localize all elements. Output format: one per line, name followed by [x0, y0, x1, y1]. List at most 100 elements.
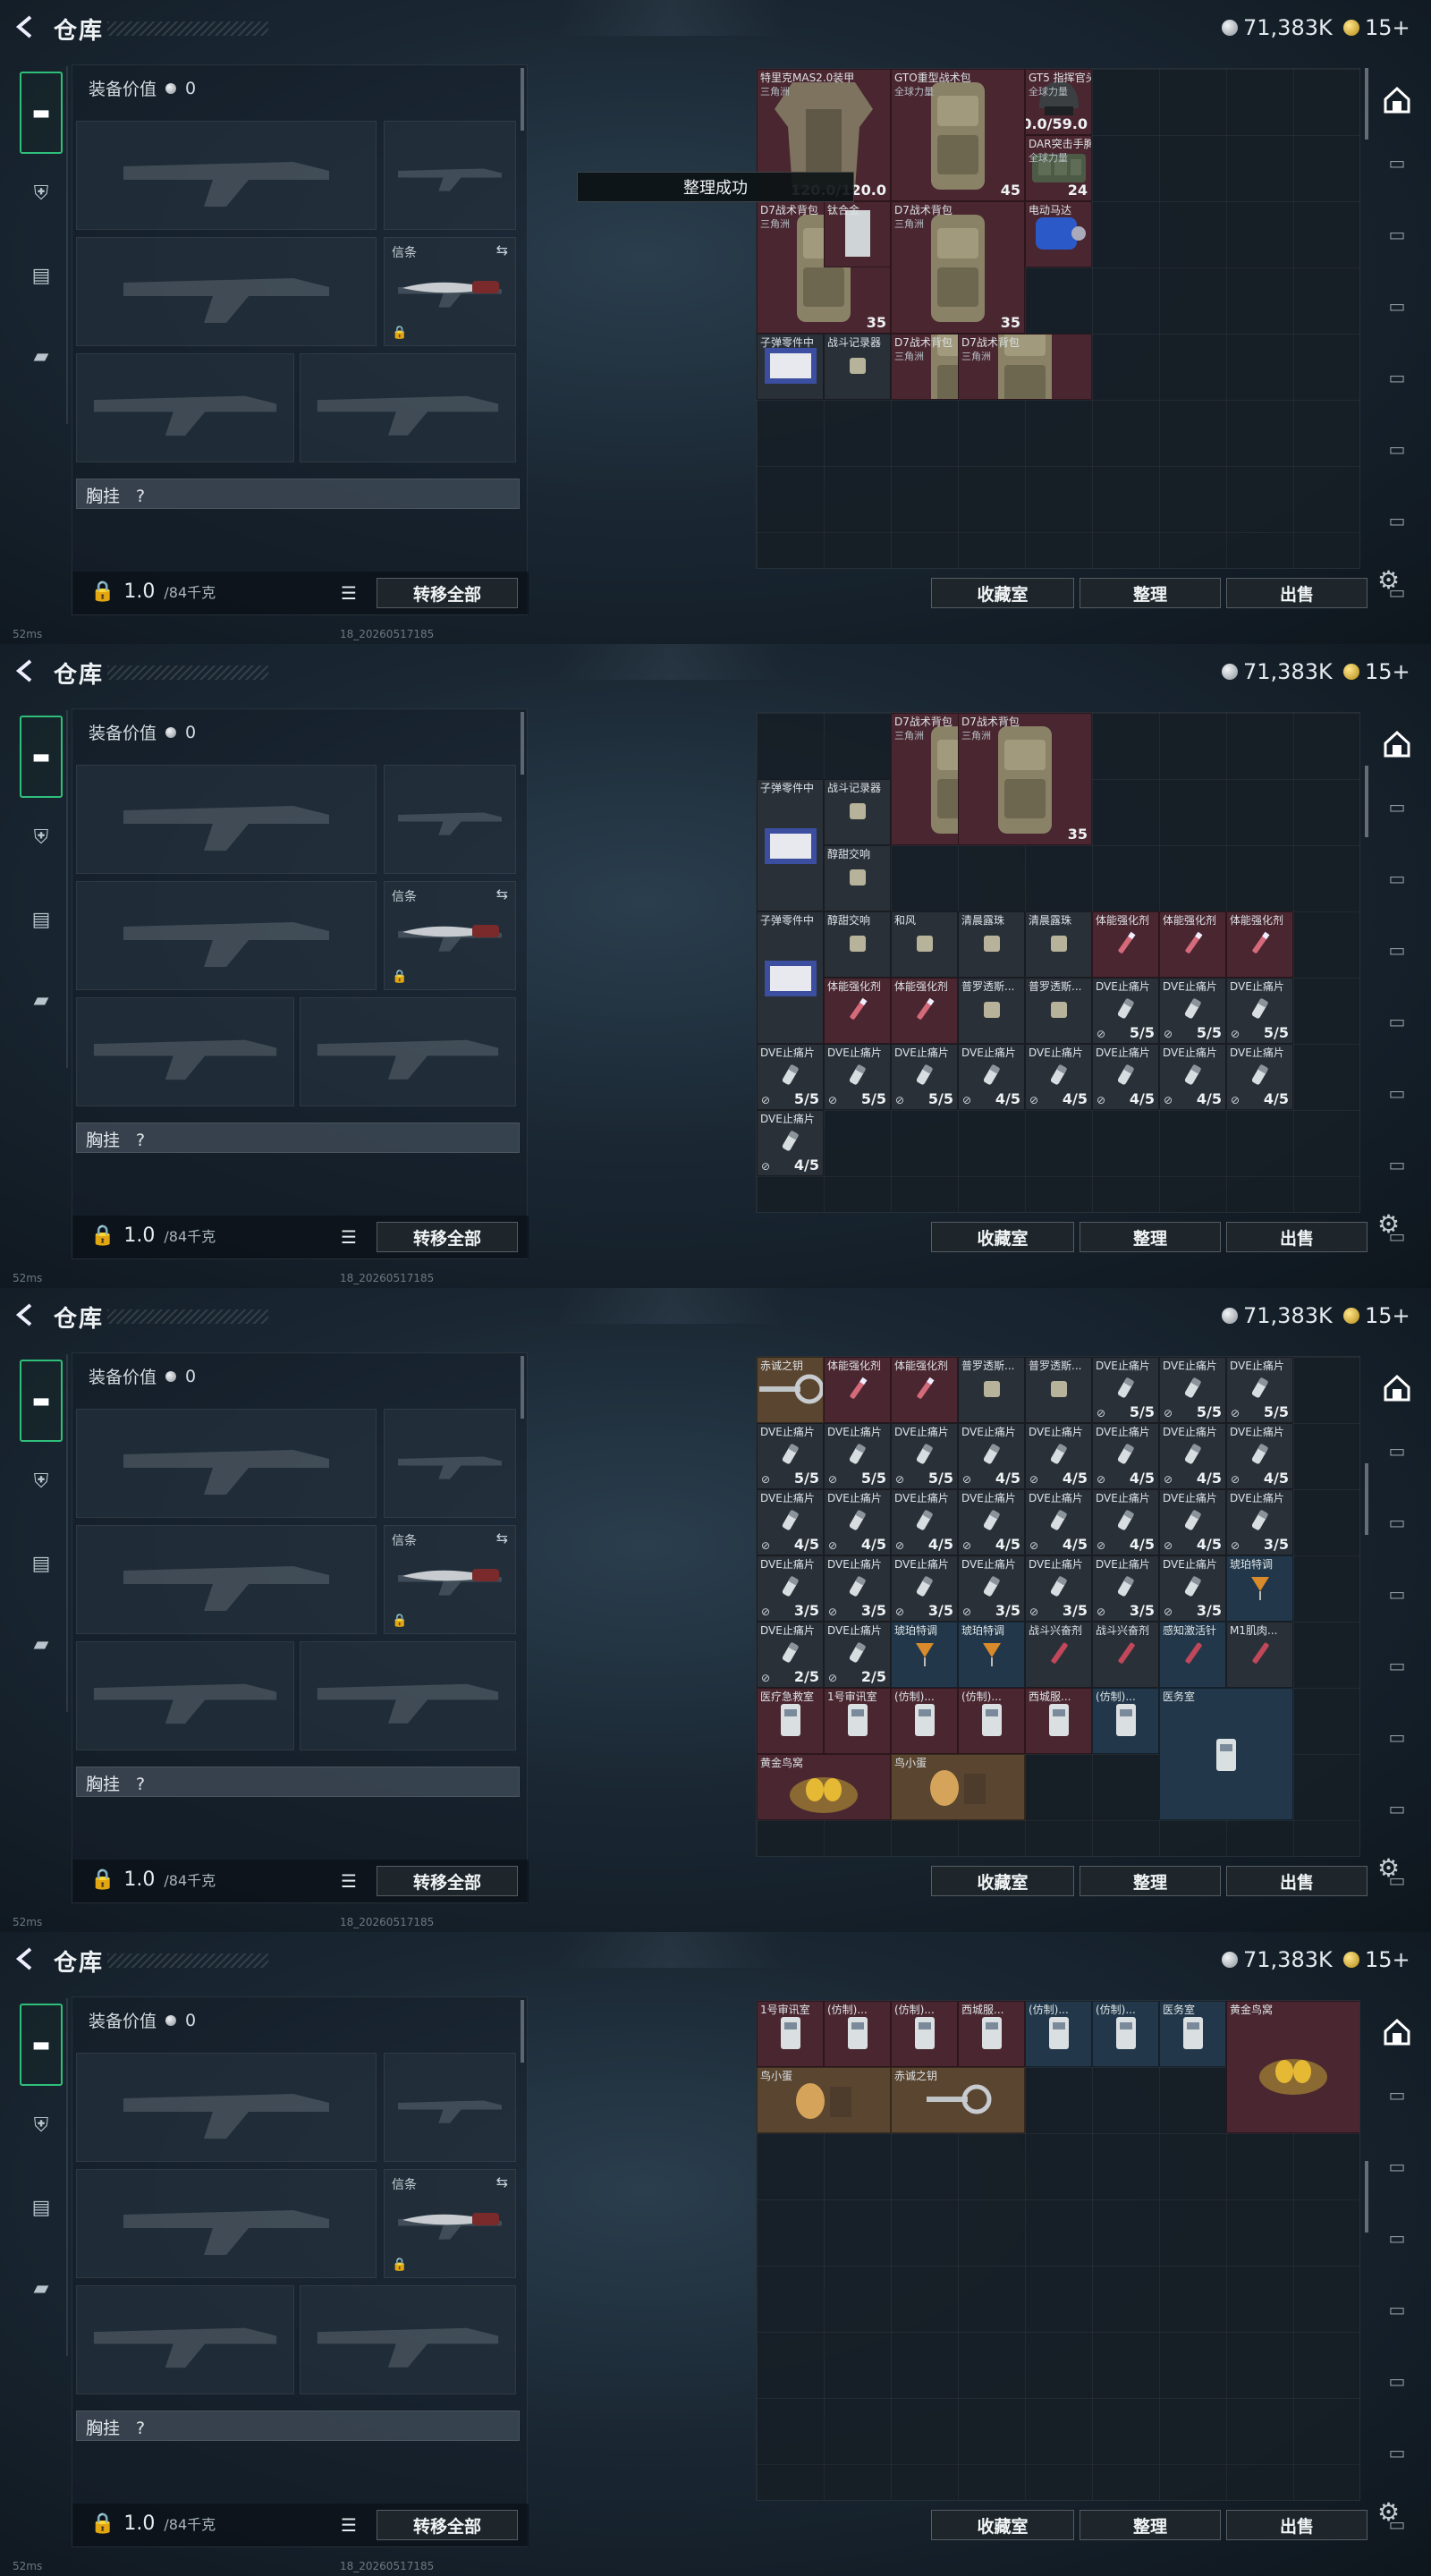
armor-slot[interactable]: [300, 997, 516, 1106]
warehouse-home-icon[interactable]: [1377, 1368, 1417, 1408]
help-icon[interactable]: ?: [131, 2419, 145, 2438]
list-icon[interactable]: ☰: [341, 1226, 357, 1248]
storage-sub-tab-icon[interactable]: ▭: [1377, 791, 1417, 823]
storage-item[interactable]: DVE止痛片 4/5 ⊘: [1025, 1044, 1092, 1110]
storage-item[interactable]: 体能强化剂: [1226, 911, 1293, 978]
storage-item[interactable]: DVE止痛片 4/5 ⊘: [1025, 1489, 1092, 1555]
category-tab-2[interactable]: ⛨: [20, 816, 63, 859]
primary-weapon-slot[interactable]: [76, 765, 377, 874]
sell-button[interactable]: 出售: [1226, 2510, 1367, 2540]
storage-sub-tab-icon[interactable]: ▭: [1377, 2150, 1417, 2182]
storage-item[interactable]: DVE止痛片 4/5 ⊘: [891, 1489, 958, 1555]
swap-icon[interactable]: ⇆: [496, 242, 508, 258]
storage-item[interactable]: D7战术背包 三角洲: [958, 334, 1092, 400]
storage-item[interactable]: DVE止痛片 5/5 ⊘: [1092, 978, 1159, 1044]
gear-icon[interactable]: ⚙: [1377, 1853, 1400, 1883]
storage-item[interactable]: 醇甜交响: [824, 911, 891, 978]
storage-item[interactable]: DVE止痛片 3/5 ⊘: [1092, 1555, 1159, 1622]
storage-item[interactable]: 西城服...: [1025, 1688, 1092, 1754]
helmet-slot[interactable]: [76, 997, 294, 1106]
gear-icon[interactable]: ⚙: [1377, 2497, 1400, 2527]
gold-currency[interactable]: 15+: [1343, 13, 1410, 43]
category-tab-2[interactable]: ⛨: [20, 172, 63, 215]
category-tab-2[interactable]: ⛨: [20, 2104, 63, 2147]
storage-item[interactable]: 电动马达: [1025, 201, 1092, 267]
secondary-weapon-slot[interactable]: [76, 237, 377, 346]
category-tab-3[interactable]: ▤: [20, 898, 63, 941]
warehouse-home-icon[interactable]: [1377, 80, 1417, 120]
storage-item[interactable]: DAR突击手胸挂全球力量 24: [1025, 135, 1092, 201]
storage-item[interactable]: DVE止痛片 5/5 ⊘: [1226, 978, 1293, 1044]
storage-item[interactable]: 医务室: [1159, 1688, 1293, 1820]
storage-item[interactable]: 体能强化剂: [891, 1357, 958, 1423]
transfer-all-button[interactable]: 转移全部: [377, 1866, 518, 1896]
storage-sub-tab-icon[interactable]: ▭: [1377, 2365, 1417, 2397]
storage-item[interactable]: 赤诚之钥: [891, 2067, 1025, 2133]
collection-button[interactable]: 收藏室: [931, 1222, 1074, 1252]
list-icon[interactable]: ☰: [341, 1870, 357, 1892]
storage-item[interactable]: M1肌肉...: [1226, 1622, 1293, 1688]
storage-item[interactable]: DVE止痛片 4/5 ⊘: [1092, 1489, 1159, 1555]
storage-item[interactable]: (仿制)...: [824, 2001, 891, 2067]
storage-item[interactable]: 黄金鸟窝: [757, 1754, 891, 1820]
sell-button[interactable]: 出售: [1226, 1866, 1367, 1896]
storage-sub-tab-icon[interactable]: ▭: [1377, 2222, 1417, 2254]
storage-item[interactable]: (仿制)...: [891, 2001, 958, 2067]
help-icon[interactable]: ?: [131, 487, 145, 506]
armor-slot[interactable]: [300, 1641, 516, 1750]
storage-item[interactable]: DVE止痛片 5/5 ⊘: [1226, 1357, 1293, 1423]
storage-sub-tab-icon[interactable]: ▭: [1377, 1506, 1417, 1538]
category-tab-4[interactable]: ▰: [20, 1623, 63, 1665]
help-icon[interactable]: ?: [131, 1131, 145, 1150]
storage-item[interactable]: 医疗急救室: [757, 1688, 824, 1754]
storage-item[interactable]: 体能强化剂: [824, 1357, 891, 1423]
storage-item[interactable]: DVE止痛片 4/5 ⊘: [1092, 1044, 1159, 1110]
pistol-slot[interactable]: [384, 121, 516, 230]
back-arrow-icon[interactable]: [14, 14, 34, 39]
category-tab-4[interactable]: ▰: [20, 2267, 63, 2309]
storage-item[interactable]: DVE止痛片 4/5 ⊘: [1159, 1489, 1226, 1555]
storage-item[interactable]: (仿制)...: [1025, 2001, 1092, 2067]
storage-item[interactable]: 体能强化剂: [1159, 911, 1226, 978]
storage-item[interactable]: 西城服...: [958, 2001, 1025, 2067]
storage-item[interactable]: 1号审讯室: [757, 2001, 824, 2067]
storage-scrollbar[interactable]: [1365, 1463, 1368, 1535]
storage-sub-tab-icon[interactable]: ▭: [1377, 433, 1417, 465]
storage-item[interactable]: 和风: [891, 911, 958, 978]
transfer-all-button[interactable]: 转移全部: [377, 578, 518, 608]
swap-icon[interactable]: ⇆: [496, 2174, 508, 2190]
category-tab-1[interactable]: ▬: [20, 72, 63, 154]
category-tab-2[interactable]: ⛨: [20, 1460, 63, 1503]
collection-button[interactable]: 收藏室: [931, 578, 1074, 608]
storage-item[interactable]: DVE止痛片 4/5 ⊘: [1025, 1423, 1092, 1489]
storage-item[interactable]: 普罗透斯...: [1025, 1357, 1092, 1423]
storage-sub-tab-icon[interactable]: ▭: [1377, 504, 1417, 537]
storage-item[interactable]: DVE止痛片 4/5 ⊘: [958, 1044, 1025, 1110]
chest-rig-bar[interactable]: 胸挂 ?: [76, 2411, 520, 2441]
storage-item[interactable]: 战斗记录器: [824, 779, 891, 845]
sort-button[interactable]: 整理: [1080, 578, 1221, 608]
helmet-slot[interactable]: [76, 1641, 294, 1750]
collection-button[interactable]: 收藏室: [931, 2510, 1074, 2540]
storage-item[interactable]: DVE止痛片 4/5 ⊘: [958, 1489, 1025, 1555]
category-tab-4[interactable]: ▰: [20, 979, 63, 1021]
storage-item[interactable]: DVE止痛片 5/5 ⊘: [824, 1044, 891, 1110]
chest-rig-bar[interactable]: 胸挂 ?: [76, 1767, 520, 1797]
storage-item[interactable]: DVE止痛片 5/5 ⊘: [757, 1044, 824, 1110]
storage-scrollbar[interactable]: [1365, 68, 1368, 140]
storage-item[interactable]: 黄金鸟窝: [1226, 2001, 1359, 2133]
knife-slot[interactable]: 信条 ⇆ 🔒: [384, 881, 516, 990]
storage-item[interactable]: 医务室: [1159, 2001, 1226, 2067]
category-tab-1[interactable]: ▬: [20, 716, 63, 798]
storage-item[interactable]: DVE止痛片 2/5 ⊘: [824, 1622, 891, 1688]
storage-item[interactable]: 子弹零件中: [757, 911, 824, 1044]
storage-item[interactable]: DVE止痛片 4/5 ⊘: [1226, 1044, 1293, 1110]
storage-sub-tab-icon[interactable]: ▭: [1377, 147, 1417, 179]
swap-icon[interactable]: ⇆: [496, 886, 508, 902]
storage-sub-tab-icon[interactable]: ▭: [1377, 934, 1417, 966]
storage-item[interactable]: DVE止痛片 5/5 ⊘: [824, 1423, 891, 1489]
list-icon[interactable]: ☰: [341, 582, 357, 604]
sell-button[interactable]: 出售: [1226, 1222, 1367, 1252]
primary-weapon-slot[interactable]: [76, 1409, 377, 1518]
pistol-slot[interactable]: [384, 1409, 516, 1518]
